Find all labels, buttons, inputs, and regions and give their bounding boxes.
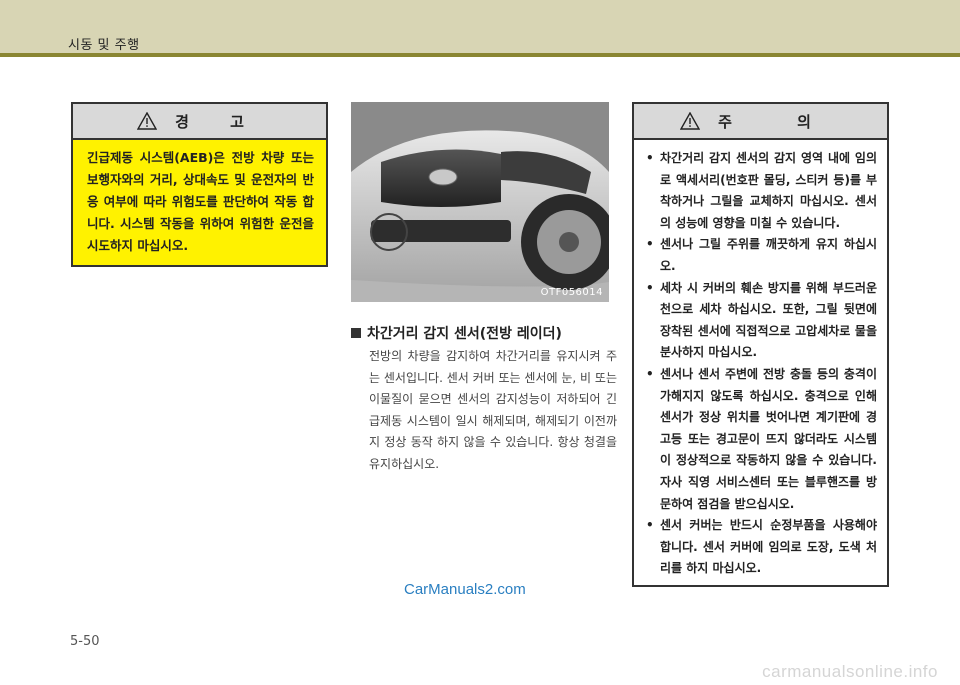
caution-header: 주 의 [634,104,887,140]
car-front-illustration [351,102,609,302]
caution-item: • 센서나 센서 주변에 전방 충돌 등의 충격이 가해지지 않도록 하십시오. … [646,364,877,515]
warning-text: 긴급제동 시스템(AEB)은 전방 차량 또는 보행자와의 거리, 상대속도 및… [87,150,314,253]
caution-item-text: 세차 시 커버의 훼손 방지를 위해 부드러운 천으로 세차 하십시오. 또한,… [660,280,877,360]
header-bar [0,0,960,53]
caution-item-text: 센서나 그릴 주위를 깨끗하게 유지 하십시오. [660,237,877,273]
caution-item-text: 센서 커버는 반드시 순정부품을 사용해야 합니다. 센서 커버에 임의로 도장… [660,518,877,576]
radar-sensor-photo: OTF056014 [351,102,609,302]
section-heading-text: 차간거리 감지 센서(전방 레이더) [367,326,562,342]
caution-item: • 센서 커버는 반드시 순정부품을 사용해야 합니다. 센서 커버에 임의로 도… [646,515,877,580]
warning-triangle-icon [137,112,158,130]
caution-title: 주 의 [718,112,841,131]
warning-title: 경 고 [175,112,262,131]
caution-item: • 세차 시 커버의 훼손 방지를 위해 부드러운 천으로 세차 하십시오. 또한… [646,278,877,364]
bullet-dot: • [646,151,654,165]
photo-code: OTF056014 [540,287,603,298]
warning-triangle-icon [680,112,701,130]
warning-box: 경 고 긴급제동 시스템(AEB)은 전방 차량 또는 보행자와의 거리, 상대… [71,102,328,267]
section-body: 전방의 차량을 감지하여 차간거리를 유지시켜 주는 센서입니다. 센서 커버 … [369,349,617,471]
section-heading: 차간거리 감지 센서(전방 레이더) [351,323,631,343]
caution-list: • 차간거리 감지 센서의 감지 영역 내에 임의로 액세서리(번호판 몰딩, 스… [634,140,887,580]
chapter-title: 시동 및 주행 [68,38,140,53]
caution-item: • 차간거리 감지 센서의 감지 영역 내에 임의로 액세서리(번호판 몰딩, 스… [646,148,877,234]
caution-item: • 센서나 그릴 주위를 깨끗하게 유지 하십시오. [646,234,877,277]
warning-header: 경 고 [73,104,326,140]
page-number: 5-50 [70,634,100,649]
square-bullet-icon [351,328,361,338]
footer-watermark: carmanualsonline.info [762,662,938,681]
header-divider [0,53,960,57]
caution-item-text: 센서나 센서 주변에 전방 충돌 등의 충격이 가해지지 않도록 하십시오. 충… [660,366,877,511]
caution-box: 주 의 • 차간거리 감지 센서의 감지 영역 내에 임의로 액세서리(번호판 몰… [632,102,889,587]
watermark-link[interactable]: CarManuals2.com [404,581,526,598]
bullet-dot: • [646,366,654,381]
bullet-dot: • [646,280,654,295]
bullet-dot: • [646,518,654,533]
bullet-dot: • [646,237,654,252]
caution-item-text: 차간거리 감지 센서의 감지 영역 내에 임의로 액세서리(번호판 몰딩, 스티… [660,151,877,230]
